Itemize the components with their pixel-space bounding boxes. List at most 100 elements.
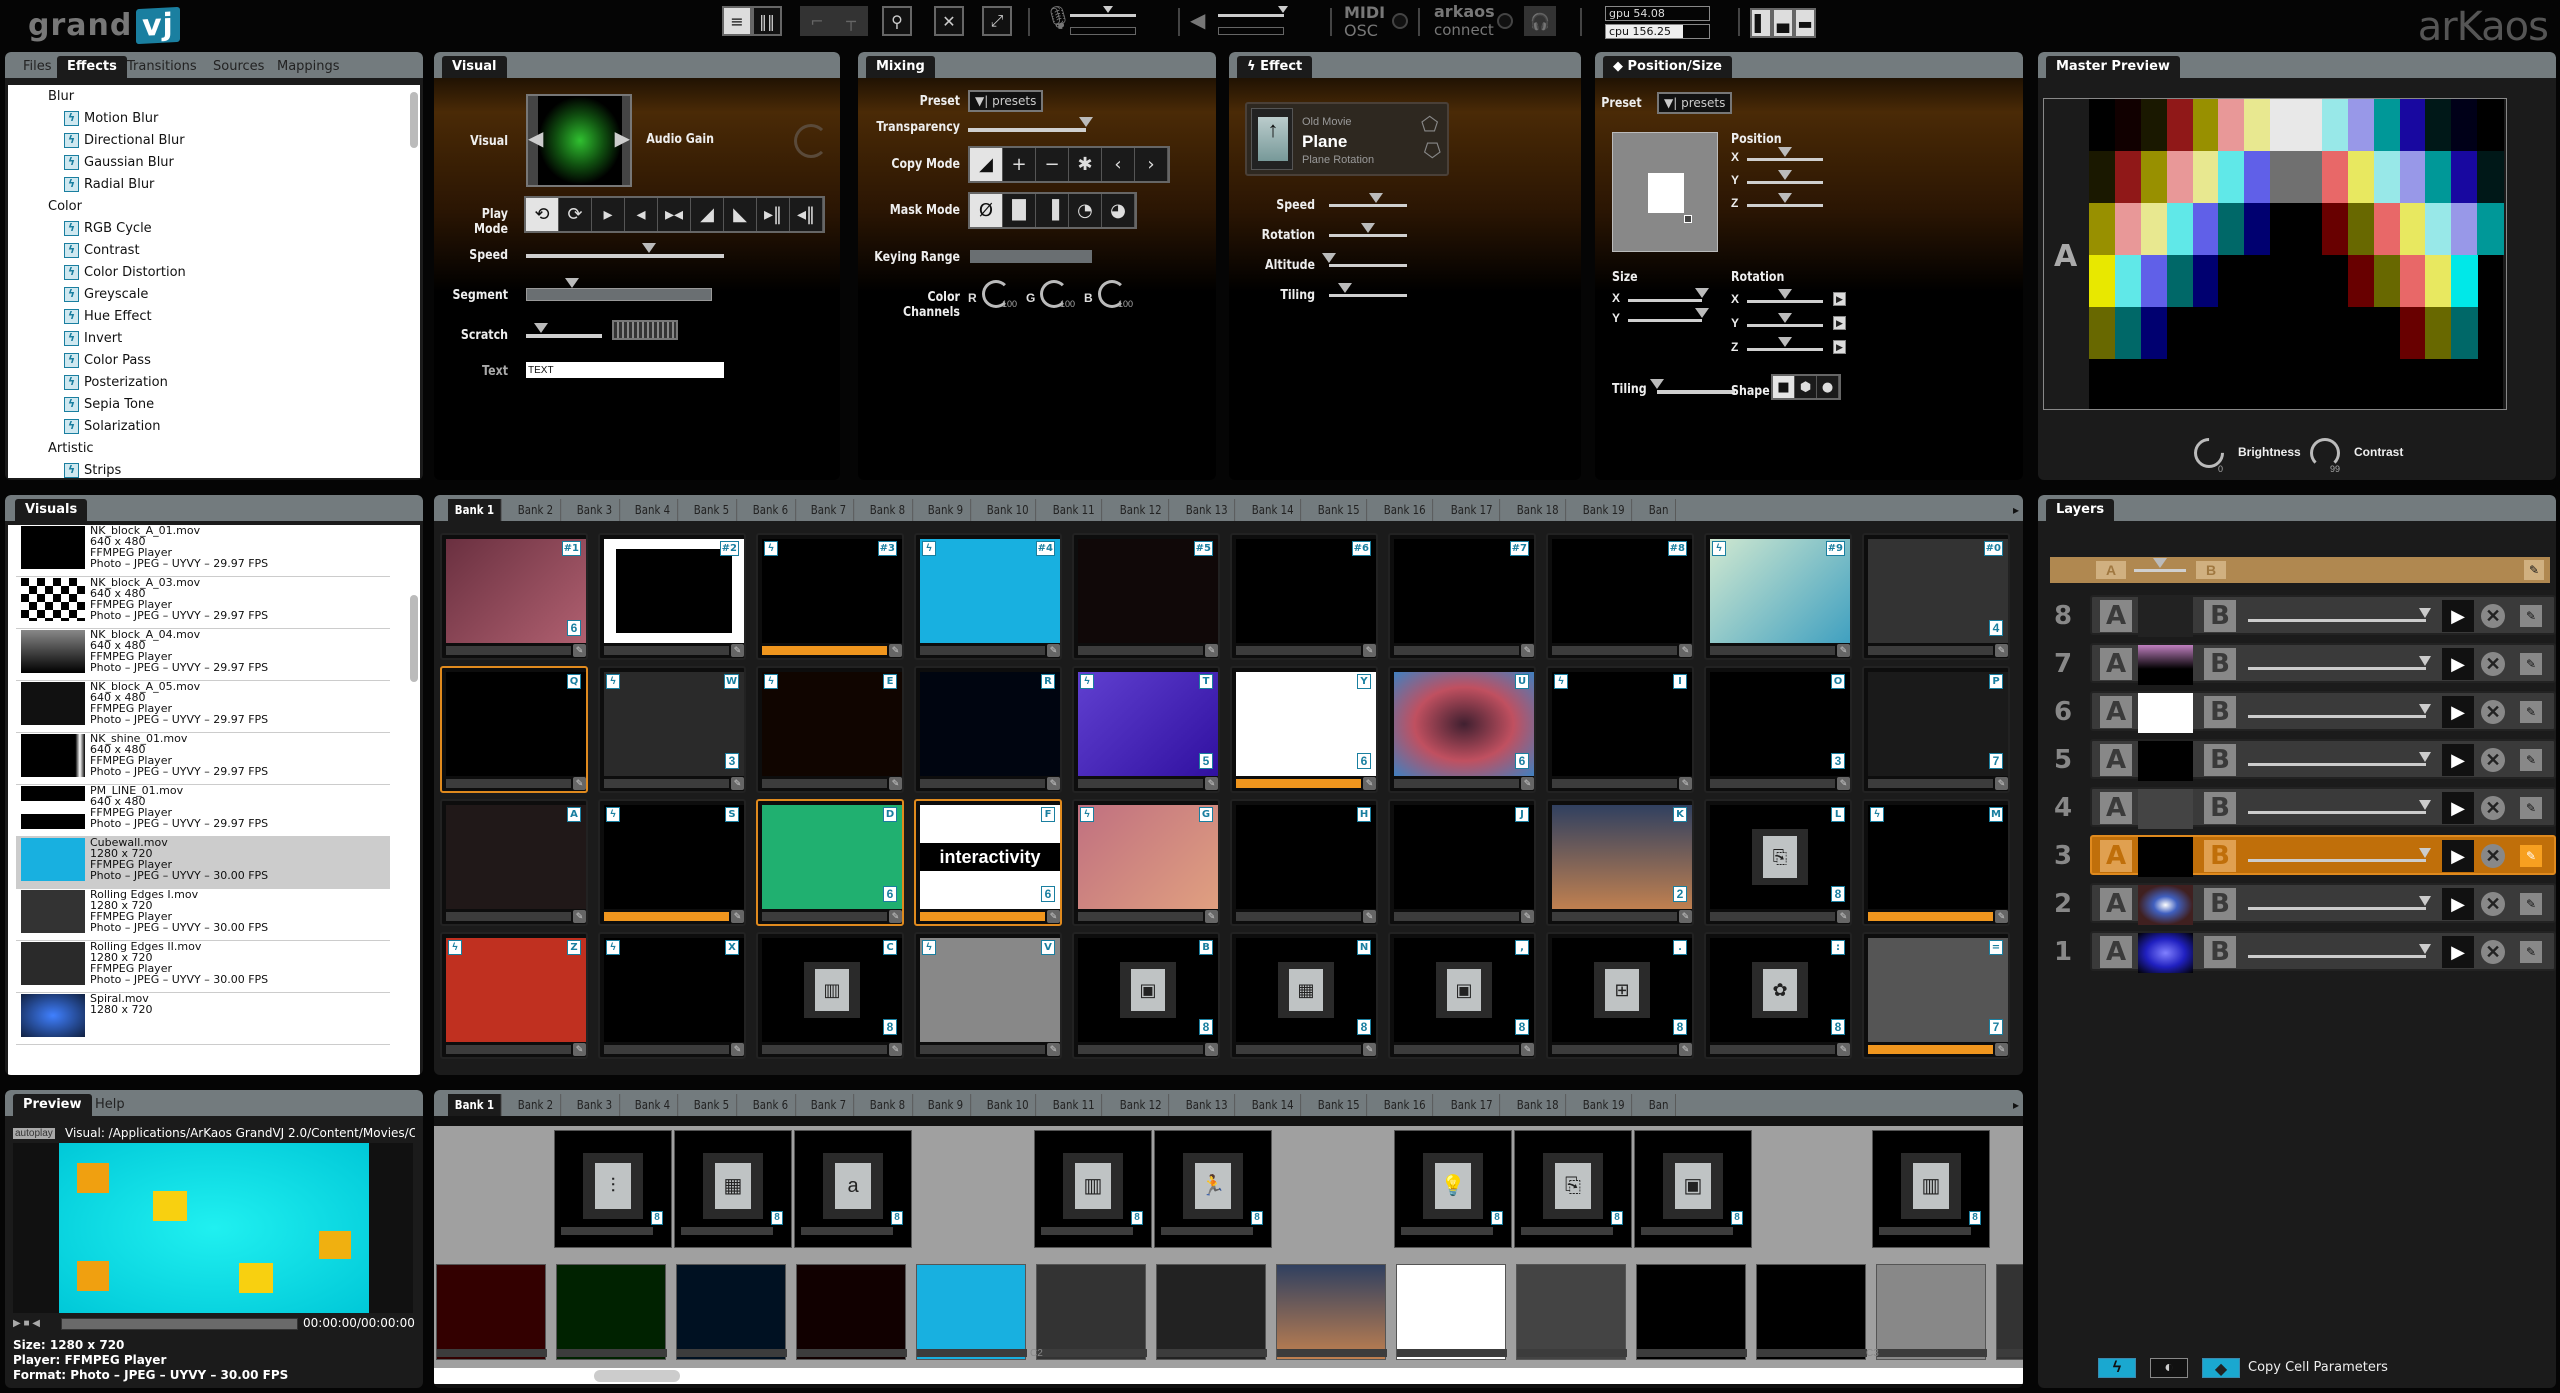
effect-item[interactable]: ϟ Radial Blur [64, 177, 154, 192]
cell-edit-icon[interactable]: ✎ [1521, 910, 1534, 923]
cell-edit-icon[interactable]: ✎ [1679, 910, 1692, 923]
bank-tab-11[interactable]: Bank 11 [1046, 499, 1103, 521]
play-mode-forward-pause-button[interactable]: ▸‖ [757, 198, 790, 231]
text-input[interactable] [526, 362, 724, 378]
bank-tab-16[interactable]: Bank 16 [1377, 1094, 1434, 1116]
play-mode-backward-button[interactable]: ◂ [625, 198, 658, 231]
cell-edit-icon[interactable]: ✎ [889, 910, 902, 923]
bank-tab-16[interactable]: Bank 16 [1377, 499, 1434, 521]
layer-b-button[interactable]: B [2204, 840, 2236, 872]
timeline-effect-cell[interactable]: ▣ 8 [1634, 1130, 1752, 1248]
effect-tiling-thumb[interactable] [1337, 283, 1352, 293]
layer-edit-icon[interactable]: ✎ [2520, 653, 2542, 675]
layer-clear-button[interactable]: ✕ [2481, 892, 2505, 916]
layer-opacity-thumb[interactable] [2419, 800, 2431, 810]
shape-sphere-button[interactable]: ● [1817, 376, 1839, 398]
preview-seek-bar[interactable] [61, 1318, 298, 1330]
timeline-effect-cell[interactable]: ⫶ 8 [554, 1130, 672, 1248]
visual-list-item[interactable]: Cubewall.mov 1280 x 720 FFMPEG Player Photo… [16, 837, 390, 889]
visual-thumbnail[interactable]: ◀ ▶ [526, 94, 632, 187]
cell[interactable]: ▥ C 8 ✎ [756, 932, 904, 1059]
effect-item[interactable]: ϟ Posterization [64, 375, 168, 390]
prev-visual-arrow[interactable]: ◀ [528, 126, 543, 151]
layer-clear-button[interactable]: ✕ [2481, 700, 2505, 724]
effect-selector[interactable]: ↑ Old Movie Plane Plane Rotation ⬠ ⬠ [1245, 102, 1449, 176]
volume-slider[interactable] [1218, 6, 1288, 17]
effect-down-button[interactable]: ⬠ [1421, 138, 1441, 162]
play-mode-loop-forward-button[interactable]: ⟲ [526, 198, 559, 231]
position-handle[interactable] [1648, 173, 1684, 213]
effect-item[interactable]: ϟ Directional Blur [64, 133, 185, 148]
layer-clear-button[interactable]: ✕ [2481, 796, 2505, 820]
bank-tab-10[interactable]: Bank 10 [980, 499, 1037, 521]
transport-controls[interactable]: ▶ ■ ◀ [13, 1318, 58, 1330]
mask-mode-button[interactable]: ◕ [1102, 194, 1135, 227]
cell[interactable]: #7 ✎ [1388, 533, 1536, 660]
rotation-z-thumb[interactable] [1778, 337, 1792, 347]
timeline-visual-cell[interactable] [796, 1264, 907, 1360]
bank-tab-1[interactable]: Bank 1 [448, 499, 502, 521]
cell[interactable]: ϟ S ✎ [598, 799, 746, 926]
cell-edit-icon[interactable]: ✎ [1679, 777, 1692, 790]
bank-scroll-right-icon[interactable]: ▸ [2013, 499, 2023, 521]
cell[interactable]: ϟ V ✎ [914, 932, 1062, 1059]
tab-master-preview[interactable]: Master Preview [2046, 56, 2180, 78]
layer-opacity-slider[interactable] [2248, 656, 2431, 670]
bank-tab-18[interactable]: Bank 18 [1510, 499, 1567, 521]
layer-row[interactable]: 7 A B ▶ ✕ ✎ [2054, 643, 2556, 685]
effect-rotation-thumb[interactable] [1361, 223, 1375, 233]
transparency-slider[interactable] [968, 117, 1093, 132]
layer-opacity-slider[interactable] [2248, 752, 2431, 766]
layer-edit-icon[interactable]: ✎ [2520, 605, 2542, 627]
layer-a-button[interactable]: A [2100, 792, 2132, 824]
layer-row[interactable]: 8 A B ▶ ✕ ✎ [2054, 595, 2556, 637]
copy-mixing-toggle[interactable]: ◐ [2150, 1358, 2188, 1378]
tab-effect[interactable]: ϟ Effect [1237, 56, 1313, 78]
cell[interactable]: ϟ M ✎ [1862, 799, 2010, 926]
mask-mode-button[interactable]: ▐▌ [1003, 194, 1036, 227]
tab-visuals[interactable]: Visuals [15, 499, 88, 521]
position-presets-dropdown[interactable]: ▼| presets [1657, 92, 1733, 114]
layer-opacity-thumb[interactable] [2419, 656, 2431, 666]
bank-tab-2[interactable]: Bank 2 [511, 1094, 562, 1116]
cell-edit-icon[interactable]: ✎ [1363, 777, 1376, 790]
copy-mode-button[interactable]: › [1135, 148, 1168, 181]
cell[interactable]: ϟ E ✎ [756, 666, 904, 793]
layer-edit-icon[interactable]: ✎ [2520, 845, 2542, 867]
layer-play-button[interactable]: ▶ [2442, 888, 2474, 920]
mask-mode-button[interactable]: ▐ [1036, 194, 1069, 227]
cell[interactable]: O 3 ✎ [1704, 666, 1852, 793]
volume-thumb[interactable] [1277, 6, 1288, 13]
shape-plane-button[interactable]: ■ [1773, 376, 1795, 398]
cell[interactable]: ϟ G ✎ [1072, 799, 1220, 926]
cell-edit-icon[interactable]: ✎ [1047, 1043, 1060, 1056]
cell-edit-icon[interactable]: ✎ [1995, 1043, 2008, 1056]
position-x-thumb[interactable] [1778, 147, 1792, 157]
channel-b-knob[interactable]: 100 [1098, 280, 1133, 309]
layer-a-button[interactable]: A [2100, 840, 2132, 872]
crossfader-edit-icon[interactable]: ✎ [2524, 560, 2544, 580]
layer-row[interactable]: 2 A B ▶ ✕ ✎ [2054, 883, 2556, 925]
copy-effects-toggle[interactable]: ϟ [2098, 1358, 2136, 1378]
effect-item[interactable]: ϟ Invert [64, 331, 122, 346]
play-mode-forward-button[interactable]: ▸ [592, 198, 625, 231]
pos-tiling-slider[interactable] [1650, 379, 1735, 394]
keying-range-bar[interactable] [970, 250, 1092, 263]
pos-tiling-thumb[interactable] [1650, 379, 1664, 389]
bank-tab-7[interactable]: Bank 7 [804, 499, 855, 521]
cell[interactable]: ▣ B 8 ✎ [1072, 932, 1220, 1059]
cell[interactable]: interactivity F 6 ✎ [914, 799, 1062, 926]
bank-tab-15[interactable]: Bank 15 [1311, 499, 1368, 521]
bank-tab-10[interactable]: Bank 10 [980, 1094, 1037, 1116]
effect-speed-thumb[interactable] [1368, 193, 1383, 203]
next-visual-arrow[interactable]: ▶ [615, 126, 630, 151]
scratch-slider[interactable] [526, 323, 602, 338]
speed-thumb[interactable] [641, 243, 656, 253]
effect-item[interactable]: ϟ RGB Cycle [64, 221, 152, 236]
mask-mode-button[interactable]: ◔ [1069, 194, 1102, 227]
close-x-button[interactable]: ✕ [934, 6, 964, 36]
timeline-effect-cell[interactable]: ▦ 8 [674, 1130, 792, 1248]
rotation-y-thumb[interactable] [1778, 313, 1792, 323]
rotation-z-slider[interactable] [1747, 337, 1823, 351]
bank-tab-8[interactable]: Bank 8 [863, 499, 913, 521]
